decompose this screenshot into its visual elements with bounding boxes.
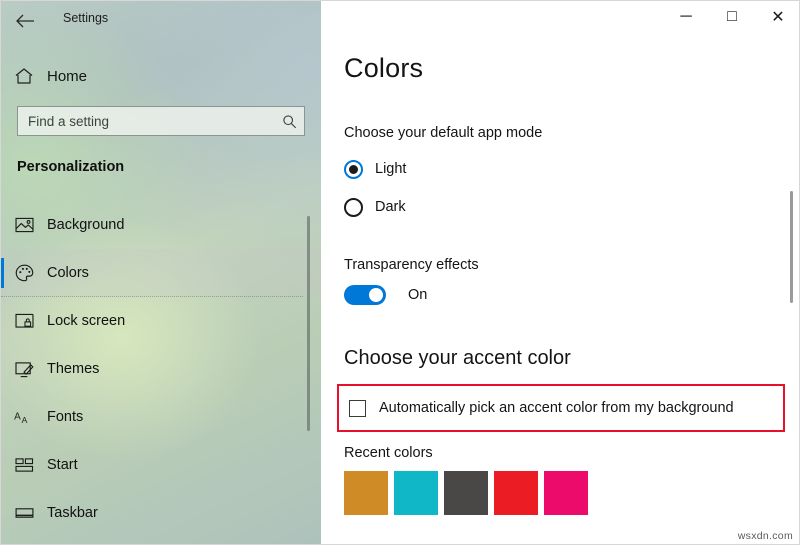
main-scrollbar[interactable]: [790, 191, 793, 303]
sidebar-item-label: Lock screen: [47, 313, 126, 329]
toggle-knob: [369, 288, 383, 302]
transparency-label: Transparency effects: [344, 257, 479, 273]
radio-dark-indicator: [344, 197, 363, 217]
recent-colors-swatches: [344, 471, 588, 515]
search-input[interactable]: Find a setting: [17, 106, 305, 136]
minimize-button[interactable]: ─: [663, 1, 709, 33]
svg-text:A: A: [14, 411, 21, 422]
radio-light[interactable]: Light: [344, 157, 406, 181]
sidebar-item-start[interactable]: Start: [1, 441, 321, 489]
sidebar-scrollbar[interactable]: [307, 216, 310, 431]
radio-light-indicator: [344, 159, 363, 179]
image-icon: [1, 217, 47, 233]
sidebar-item-background[interactable]: Background: [1, 201, 321, 249]
transparency-state-label: On: [408, 287, 428, 303]
watermark: wsxdn.com: [737, 530, 793, 542]
accent-color-heading: Choose your accent color: [344, 347, 571, 369]
sidebar-item-label: Taskbar: [47, 505, 98, 521]
sidebar-item-label: Themes: [47, 361, 100, 377]
sidebar-item-label: Colors: [47, 265, 89, 281]
color-swatch[interactable]: [544, 471, 588, 515]
sidebar-item-label: Fonts: [47, 409, 84, 425]
sidebar-category-title: Personalization: [17, 159, 125, 175]
color-swatch[interactable]: [494, 471, 538, 515]
sidebar-item-fonts[interactable]: A A Fonts: [1, 393, 321, 441]
transparency-toggle[interactable]: [344, 285, 386, 305]
auto-accent-checkbox[interactable]: [349, 399, 366, 417]
window-controls: ─ □ ✕: [663, 1, 799, 33]
app-mode-label: Choose your default app mode: [344, 125, 543, 141]
start-icon: [1, 457, 47, 473]
color-swatch[interactable]: [344, 471, 388, 515]
palette-icon: [1, 264, 47, 282]
maximize-button[interactable]: □: [709, 1, 755, 33]
transparency-toggle-row[interactable]: On: [344, 283, 427, 307]
sidebar-item-themes[interactable]: Themes: [1, 345, 321, 393]
svg-text:A: A: [21, 415, 27, 425]
radio-light-dot: [349, 164, 358, 174]
back-arrow-icon[interactable]: [11, 7, 39, 35]
sidebar-item-colors[interactable]: Colors: [1, 249, 321, 297]
fonts-icon: A A: [1, 409, 47, 426]
home-label: Home: [47, 67, 88, 85]
lock-screen-icon: [1, 313, 47, 329]
auto-accent-checkbox-row[interactable]: Automatically pick an accent color from …: [349, 397, 734, 419]
auto-accent-label: Automatically pick an accent color from …: [379, 400, 734, 416]
sidebar-item-label: Background: [47, 217, 125, 233]
radio-dark-label: Dark: [375, 199, 406, 215]
sidebar-item-label: Start: [47, 457, 78, 473]
search-placeholder: Find a setting: [28, 113, 110, 129]
sidebar-titlebar: Settings: [1, 1, 321, 41]
window-title: Settings: [63, 11, 109, 25]
main-content: ─ □ ✕ Colors Choose your default app mod…: [322, 1, 799, 544]
color-swatch[interactable]: [394, 471, 438, 515]
sidebar-item-taskbar[interactable]: Taskbar: [1, 489, 321, 537]
sidebar-item-home[interactable]: Home: [1, 59, 301, 93]
close-button[interactable]: ✕: [755, 1, 799, 33]
settings-window: Settings Home Find a setting Personaliza…: [0, 0, 800, 545]
radio-dark[interactable]: Dark: [344, 195, 406, 219]
sidebar-item-lock-screen[interactable]: Lock screen: [1, 297, 321, 345]
radio-light-label: Light: [375, 161, 407, 177]
color-swatch[interactable]: [444, 471, 488, 515]
taskbar-icon: [1, 506, 47, 520]
sidebar-nav-list: Background Colors Lock screen Themes A A…: [1, 201, 321, 537]
sidebar: Settings Home Find a setting Personaliza…: [1, 1, 321, 544]
page-title: Colors: [344, 53, 424, 83]
themes-icon: [1, 361, 47, 378]
home-icon: [1, 67, 47, 85]
search-icon[interactable]: [274, 114, 304, 129]
recent-colors-label: Recent colors: [344, 445, 433, 461]
